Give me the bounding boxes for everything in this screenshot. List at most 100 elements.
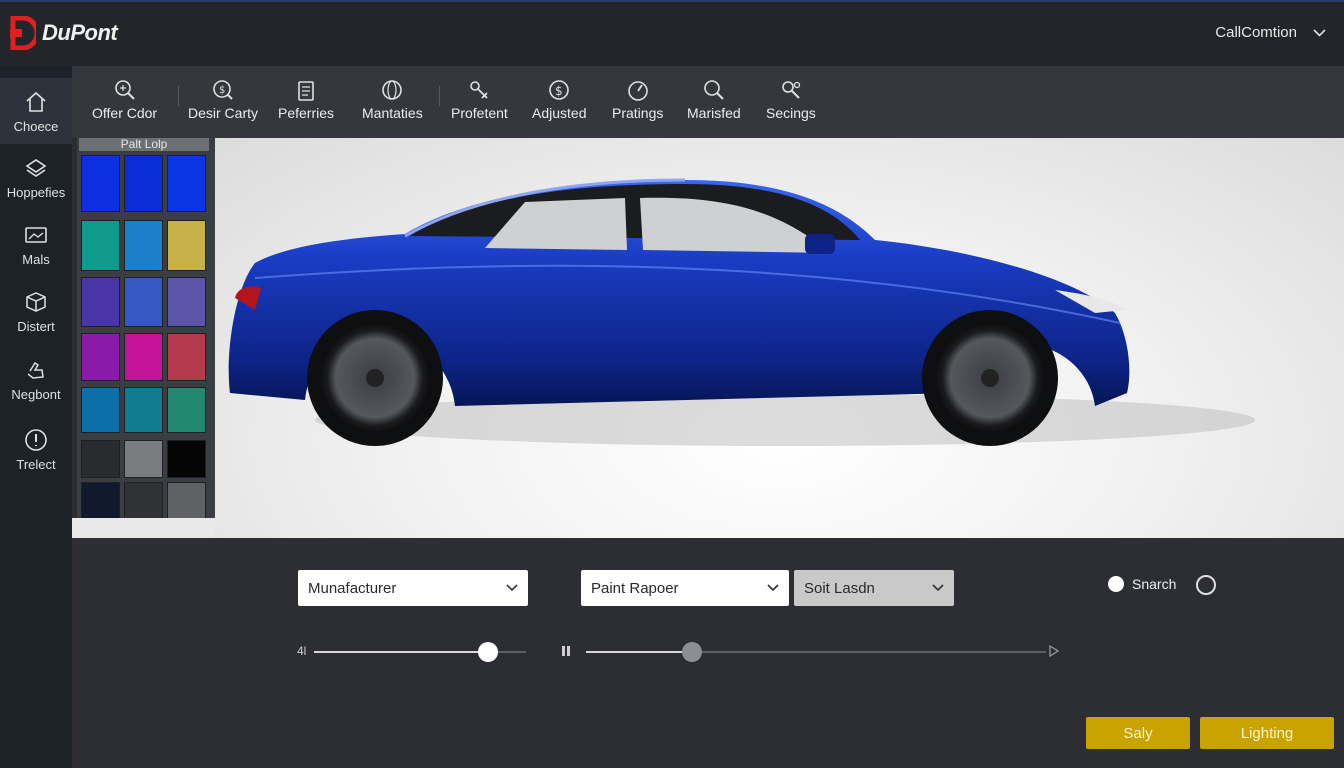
svg-text:$: $ (555, 84, 563, 98)
sidebar-item-label: Mals (22, 251, 50, 267)
paint-swatch[interactable] (167, 155, 206, 212)
settings-search-icon (782, 81, 801, 99)
home-icon (26, 91, 46, 112)
play-end-icon[interactable] (1049, 645, 1059, 657)
tool-pratings[interactable]: Pratings (612, 78, 663, 121)
paint-swatch[interactable] (124, 440, 163, 478)
sidebar-item-distert[interactable]: Distert (0, 278, 72, 344)
sidebar-item-label: Hoppefies (6, 184, 66, 200)
radio-unselected-icon[interactable] (1196, 575, 1216, 595)
tool-label: Peferries (278, 105, 335, 121)
car-render (228, 178, 1255, 446)
slider-label: 4l (297, 644, 307, 658)
magnify-color-icon (114, 80, 135, 100)
paint-swatch[interactable] (81, 482, 120, 518)
account-name: CallComtion (1215, 24, 1297, 41)
svg-text:$: $ (219, 85, 225, 96)
tool-label: Secings (766, 105, 816, 121)
tool-label: Offer Cdor (92, 105, 158, 121)
tool-mantaties[interactable]: Mantaties (362, 78, 423, 121)
tool-desir-carty[interactable]: $ Desir Carty (188, 78, 258, 121)
brand-logo[interactable]: DuPont (10, 15, 118, 51)
palette-title: Palt Lolp (79, 138, 209, 151)
sidebar-item-hoppefies[interactable]: Hoppefies (0, 144, 72, 210)
paint-swatch[interactable] (167, 482, 206, 518)
tool-label: Adjusted (532, 105, 587, 121)
rear-wheel (307, 310, 443, 446)
tool-label: Pratings (612, 105, 664, 121)
tool-adjusted[interactable]: $ Adjusted (532, 78, 586, 121)
paint-swatch[interactable] (124, 155, 163, 212)
paint-swatch[interactable] (81, 440, 120, 478)
top-bar: DuPont CallComtion (0, 0, 1344, 66)
paint-swatch[interactable] (81, 387, 120, 433)
chevron-down-icon (932, 584, 944, 592)
timeline-slider-thumb[interactable] (682, 642, 702, 662)
folder-image-icon (25, 226, 47, 243)
chevron-down-icon (767, 584, 779, 592)
sidebar-item-label: Negbont (11, 386, 61, 402)
sidebar-item-label: Choece (13, 118, 59, 134)
search-icon (704, 80, 724, 100)
sidebar-item-choece[interactable]: Choece (0, 78, 72, 144)
manufacturer-select-value: Munafacturer (308, 579, 397, 597)
tool-label: Marisfed (687, 105, 741, 121)
manufacturer-select[interactable]: Munafacturer (298, 570, 528, 606)
toolbar-divider (439, 86, 440, 106)
paint-swatch[interactable] (124, 277, 163, 327)
search-radio-label: Snarch (1132, 576, 1177, 592)
tool-label: Mantaties (362, 105, 423, 121)
timeline-slider-fill (586, 651, 692, 653)
box-icon (26, 291, 46, 312)
front-wheel (922, 310, 1058, 446)
paint-swatch[interactable] (167, 387, 206, 433)
paint-mapper-select[interactable]: Paint Rapoer (581, 570, 789, 606)
account-menu[interactable]: CallComtion (1215, 24, 1326, 41)
paint-swatch[interactable] (167, 277, 206, 327)
tool-marisfed[interactable]: Marisfed (687, 78, 741, 121)
paint-swatch[interactable] (124, 333, 163, 381)
paint-swatch[interactable] (81, 333, 120, 381)
pause-icon[interactable] (561, 645, 571, 657)
chevron-down-icon (506, 584, 518, 592)
palette-footer (72, 518, 215, 538)
sidebar-item-label: Distert (17, 318, 55, 334)
tool-secings[interactable]: Secings (766, 78, 816, 121)
paint-palette: Palt Lolp (77, 138, 215, 518)
tool-profetent[interactable]: Profetent (451, 78, 508, 121)
brand-name: DuPont (42, 20, 118, 45)
toolbar: Offer Cdor $ Desir Carty Peferries Manta… (72, 66, 1344, 138)
tool-peferries[interactable]: Peferries (278, 78, 334, 121)
finish-select[interactable]: Soit Lasdn (794, 570, 954, 606)
dollar-circle-icon: $ (549, 80, 570, 100)
paint-swatch[interactable] (81, 220, 120, 271)
paint-swatch[interactable] (124, 220, 163, 271)
toolbar-divider (178, 86, 179, 106)
lighting-button[interactable]: Lighting (1200, 717, 1334, 749)
control-panel: Munafacturer Paint Rapoer Soit Lasdn Sna… (72, 538, 1344, 768)
sidebar-item-negbont[interactable]: Negbont (0, 346, 72, 412)
dupont-logo-icon (10, 15, 40, 51)
car-viewport[interactable] (215, 138, 1344, 538)
sphere-icon (382, 80, 403, 100)
paint-swatch[interactable] (124, 387, 163, 433)
search-radio[interactable]: Snarch (1108, 576, 1176, 592)
paint-swatch[interactable] (167, 333, 206, 381)
tool-offer-color[interactable]: Offer Cdor (92, 78, 157, 121)
tool-label: Desir Carty (188, 105, 259, 121)
sidebar-item-mals[interactable]: Mals (0, 211, 72, 277)
intensity-slider-thumb[interactable] (478, 642, 498, 662)
stack-icon (25, 158, 47, 177)
paint-swatch[interactable] (81, 277, 120, 327)
paint-swatch[interactable] (81, 155, 120, 212)
apply-button[interactable]: Saly (1086, 717, 1190, 749)
radio-selected-icon (1108, 576, 1124, 592)
chevron-down-icon (1313, 28, 1326, 37)
sidebar-item-label: Trelect (16, 456, 56, 472)
paint-swatch[interactable] (167, 440, 206, 478)
paint-swatch[interactable] (124, 482, 163, 518)
sidebar: Choece Hoppefies Mals Distert Negbont Tr… (0, 66, 72, 768)
paint-swatch[interactable] (167, 220, 206, 271)
search-dollar-icon: $ (213, 80, 233, 100)
sidebar-item-trelect[interactable]: Trelect (0, 416, 72, 482)
